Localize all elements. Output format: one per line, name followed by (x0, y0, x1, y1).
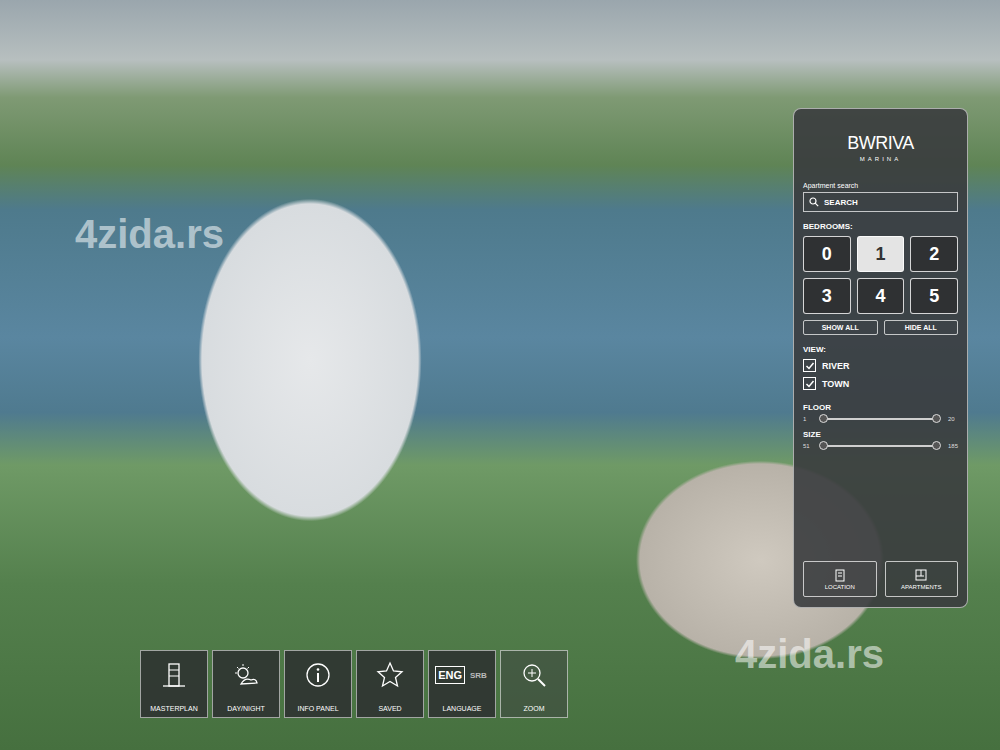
bedroom-button[interactable]: 4 (857, 278, 905, 314)
star-icon (375, 660, 405, 690)
range-slider[interactable]: 51 185 (803, 443, 958, 449)
watermark: 4zida.rs (75, 212, 224, 257)
toolbar-button[interactable]: SAVED (356, 650, 424, 718)
slider-thumb[interactable] (819, 441, 828, 450)
slider-thumb[interactable] (932, 441, 941, 450)
show-all-button[interactable]: SHOW ALL (803, 320, 878, 335)
toolbar-button[interactable]: ZOOM (500, 650, 568, 718)
view-checkbox[interactable]: TOWN (803, 377, 958, 390)
footer-button[interactable]: APARTMENTS (885, 561, 959, 597)
toolbar-button[interactable]: DAY/NIGHT (212, 650, 280, 718)
bedrooms-label: BEDROOMS: (803, 222, 958, 231)
slider-label: SIZE (803, 430, 958, 439)
view-label: VIEW: (803, 345, 958, 354)
slider-thumb[interactable] (819, 414, 828, 423)
footer-button[interactable]: LOCATION (803, 561, 877, 597)
toolbar-button[interactable]: INFO PANEL (284, 650, 352, 718)
floorplan-icon (914, 568, 928, 582)
slider-label: FLOOR (803, 403, 958, 412)
bedroom-button[interactable]: 1 (857, 236, 905, 272)
bedroom-button[interactable]: 0 (803, 236, 851, 272)
slider-thumb[interactable] (932, 414, 941, 423)
bedroom-button[interactable]: 3 (803, 278, 851, 314)
language-switch[interactable]: ENGSRB (435, 666, 489, 684)
search-panel: BWRIVA MARINA Apartment search SEARCH BE… (793, 108, 968, 608)
search-icon (809, 197, 819, 207)
toolbar: MASTERPLAN DAY/NIGHT INFO PANEL SAVEDENG… (140, 650, 568, 718)
info-icon (303, 660, 333, 690)
bedroom-button[interactable]: 2 (910, 236, 958, 272)
zoom-icon (519, 660, 549, 690)
search-label: Apartment search (803, 182, 958, 189)
toolbar-button[interactable]: ENGSRB LANGUAGE (428, 650, 496, 718)
view-checkbox[interactable]: RIVER (803, 359, 958, 372)
hide-all-button[interactable]: HIDE ALL (884, 320, 959, 335)
building-icon (833, 568, 847, 582)
scene-render[interactable]: 4zida.rs 4zida.rs BWRIVA MARINA Apartmen… (0, 0, 1000, 750)
watermark: 4zida.rs (735, 632, 884, 677)
toolbar-button[interactable]: MASTERPLAN (140, 650, 208, 718)
check-icon (805, 361, 815, 371)
bedroom-button[interactable]: 5 (910, 278, 958, 314)
range-slider[interactable]: 1 20 (803, 416, 958, 422)
day-night-icon (231, 660, 261, 690)
logo: BWRIVA MARINA (803, 133, 958, 162)
masterplan-icon (159, 660, 189, 690)
search-field[interactable]: SEARCH (803, 192, 958, 212)
check-icon (805, 379, 815, 389)
